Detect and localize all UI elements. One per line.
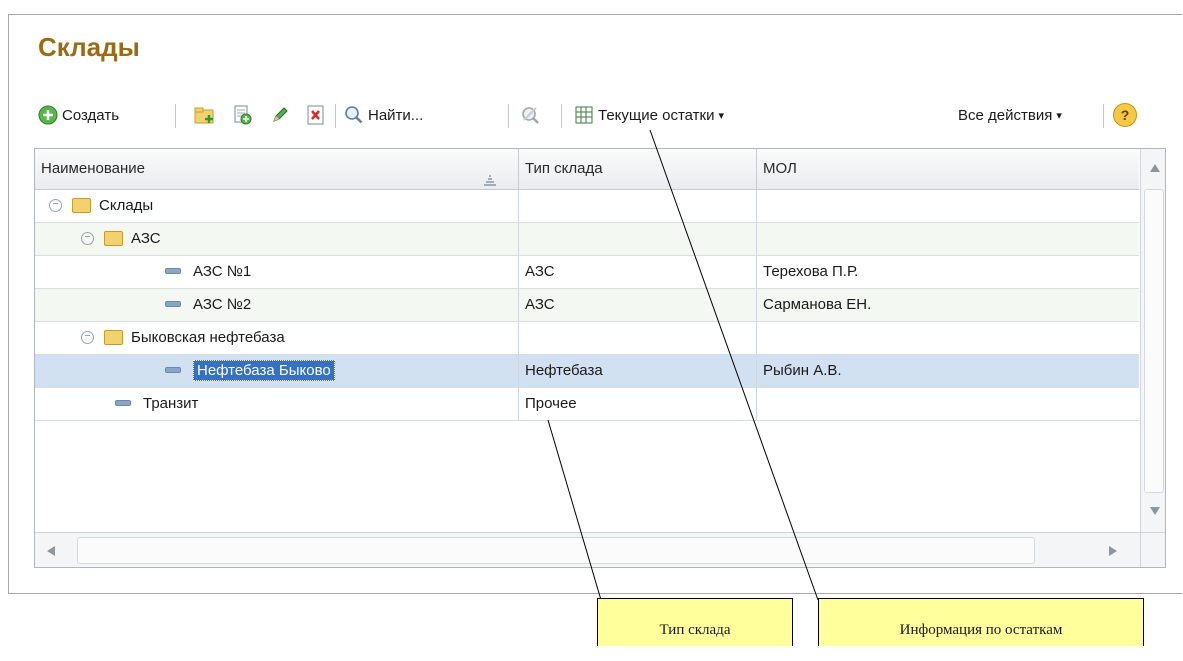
chevron-down-icon: ▾ — [1056, 109, 1062, 122]
collapse-icon[interactable]: − — [81, 231, 94, 245]
table-row-selected[interactable]: Нефтебаза Быково Нефтебаза Рыбин А.В. — [35, 355, 1139, 388]
chevron-down-icon: ▾ — [718, 109, 725, 122]
vertical-scrollbar[interactable] — [1140, 149, 1165, 532]
column-header-name[interactable]: Наименование — [35, 149, 519, 189]
row-type — [519, 190, 757, 222]
new-folder-icon — [194, 105, 214, 125]
folder-icon — [104, 230, 123, 246]
item-icon — [165, 367, 181, 374]
scroll-right-icon[interactable] — [1109, 546, 1117, 556]
table-row[interactable]: − Быковская нефтебаза — [35, 322, 1139, 355]
help-icon: ? — [1113, 103, 1137, 127]
all-actions-button[interactable]: Все действия ▾ — [958, 100, 1062, 130]
help-button[interactable]: ? — [1113, 100, 1137, 130]
callout-balances-info: Информация по остаткам — [818, 598, 1144, 646]
row-mol: Терехова П.Р. — [763, 263, 859, 280]
create-button[interactable]: Создать — [38, 100, 119, 130]
row-name: Нефтебаза Быково — [193, 360, 335, 381]
collapse-icon[interactable]: − — [49, 198, 62, 212]
row-mol: Сарманова ЕН. — [763, 296, 872, 313]
row-type — [519, 223, 757, 255]
create-icon — [38, 105, 58, 125]
folder-icon — [72, 197, 91, 213]
row-type: АЗС — [519, 256, 757, 288]
clear-search-button[interactable] — [520, 100, 540, 130]
delete-button[interactable] — [306, 100, 326, 130]
edit-icon — [270, 105, 290, 125]
toolbar-separator — [1103, 104, 1104, 128]
balances-label: Текущие остатки — [598, 106, 715, 124]
clear-search-icon — [520, 105, 540, 125]
collapse-icon[interactable]: − — [81, 330, 94, 344]
item-icon — [165, 301, 181, 308]
find-button[interactable]: Найти... — [344, 100, 423, 130]
table-row[interactable]: АЗС №2 АЗС Сарманова ЕН. — [35, 289, 1139, 322]
column-header-type[interactable]: Тип склада — [519, 149, 757, 189]
page-title: Склады — [38, 32, 140, 62]
row-type — [519, 322, 757, 354]
toolbar-separator — [561, 104, 562, 128]
row-type: АЗС — [519, 289, 757, 321]
edit-button[interactable] — [270, 100, 290, 130]
row-mol — [757, 190, 1139, 222]
toolbar-separator — [335, 104, 336, 128]
row-name: Быковская нефтебаза — [131, 329, 285, 346]
copy-icon — [232, 105, 252, 125]
row-type: Нефтебаза — [519, 355, 757, 387]
table-row[interactable]: − АЗС — [35, 223, 1139, 256]
row-mol — [757, 322, 1139, 354]
table-row[interactable]: АЗС №1 АЗС Терехова П.Р. — [35, 256, 1139, 289]
delete-icon — [306, 105, 326, 125]
table-header: Наименование Тип склада МОЛ — [35, 149, 1139, 190]
scroll-corner — [1140, 532, 1165, 567]
current-balances-button[interactable]: Текущие остатки ▾ — [574, 100, 724, 130]
all-actions-label: Все действия — [958, 106, 1053, 124]
scroll-up-icon[interactable] — [1150, 164, 1160, 172]
row-mol — [757, 223, 1139, 255]
balances-table-icon — [574, 105, 594, 125]
table-row[interactable]: − Склады — [35, 190, 1139, 223]
row-name: АЗС — [131, 230, 161, 247]
row-type: Прочее — [519, 388, 757, 420]
row-mol: Рыбин А.В. — [763, 362, 842, 379]
folder-icon — [104, 329, 123, 345]
column-header-mol[interactable]: МОЛ — [757, 149, 1139, 189]
create-label: Создать — [62, 106, 120, 124]
toolbar-separator — [175, 104, 176, 128]
row-name: АЗС №2 — [193, 296, 252, 313]
row-name: Транзит — [143, 395, 199, 412]
warehouses-table: Наименование Тип склада МОЛ − Склады − АЗС… — [34, 148, 1166, 568]
row-name: Склады — [99, 197, 154, 214]
callout-warehouse-type: Тип склада — [597, 598, 793, 646]
horizontal-scrollbar[interactable] — [35, 532, 1140, 567]
item-icon — [165, 268, 181, 275]
row-mol — [757, 388, 1139, 420]
table-row[interactable]: Транзит Прочее — [35, 388, 1139, 421]
copy-button[interactable] — [232, 100, 252, 130]
search-icon — [344, 105, 364, 125]
scroll-thumb[interactable] — [1144, 189, 1164, 493]
find-label: Найти... — [368, 106, 424, 124]
scroll-left-icon[interactable] — [47, 546, 55, 556]
toolbar-separator — [508, 104, 509, 128]
scroll-down-icon[interactable] — [1150, 507, 1160, 515]
new-folder-button[interactable] — [194, 100, 214, 130]
toolbar: Создать Найти... Текущие остатки ▾ Все д… — [38, 100, 1183, 130]
item-icon — [115, 400, 131, 407]
scroll-thumb[interactable] — [77, 537, 1035, 564]
row-name: АЗС №1 — [193, 263, 252, 280]
